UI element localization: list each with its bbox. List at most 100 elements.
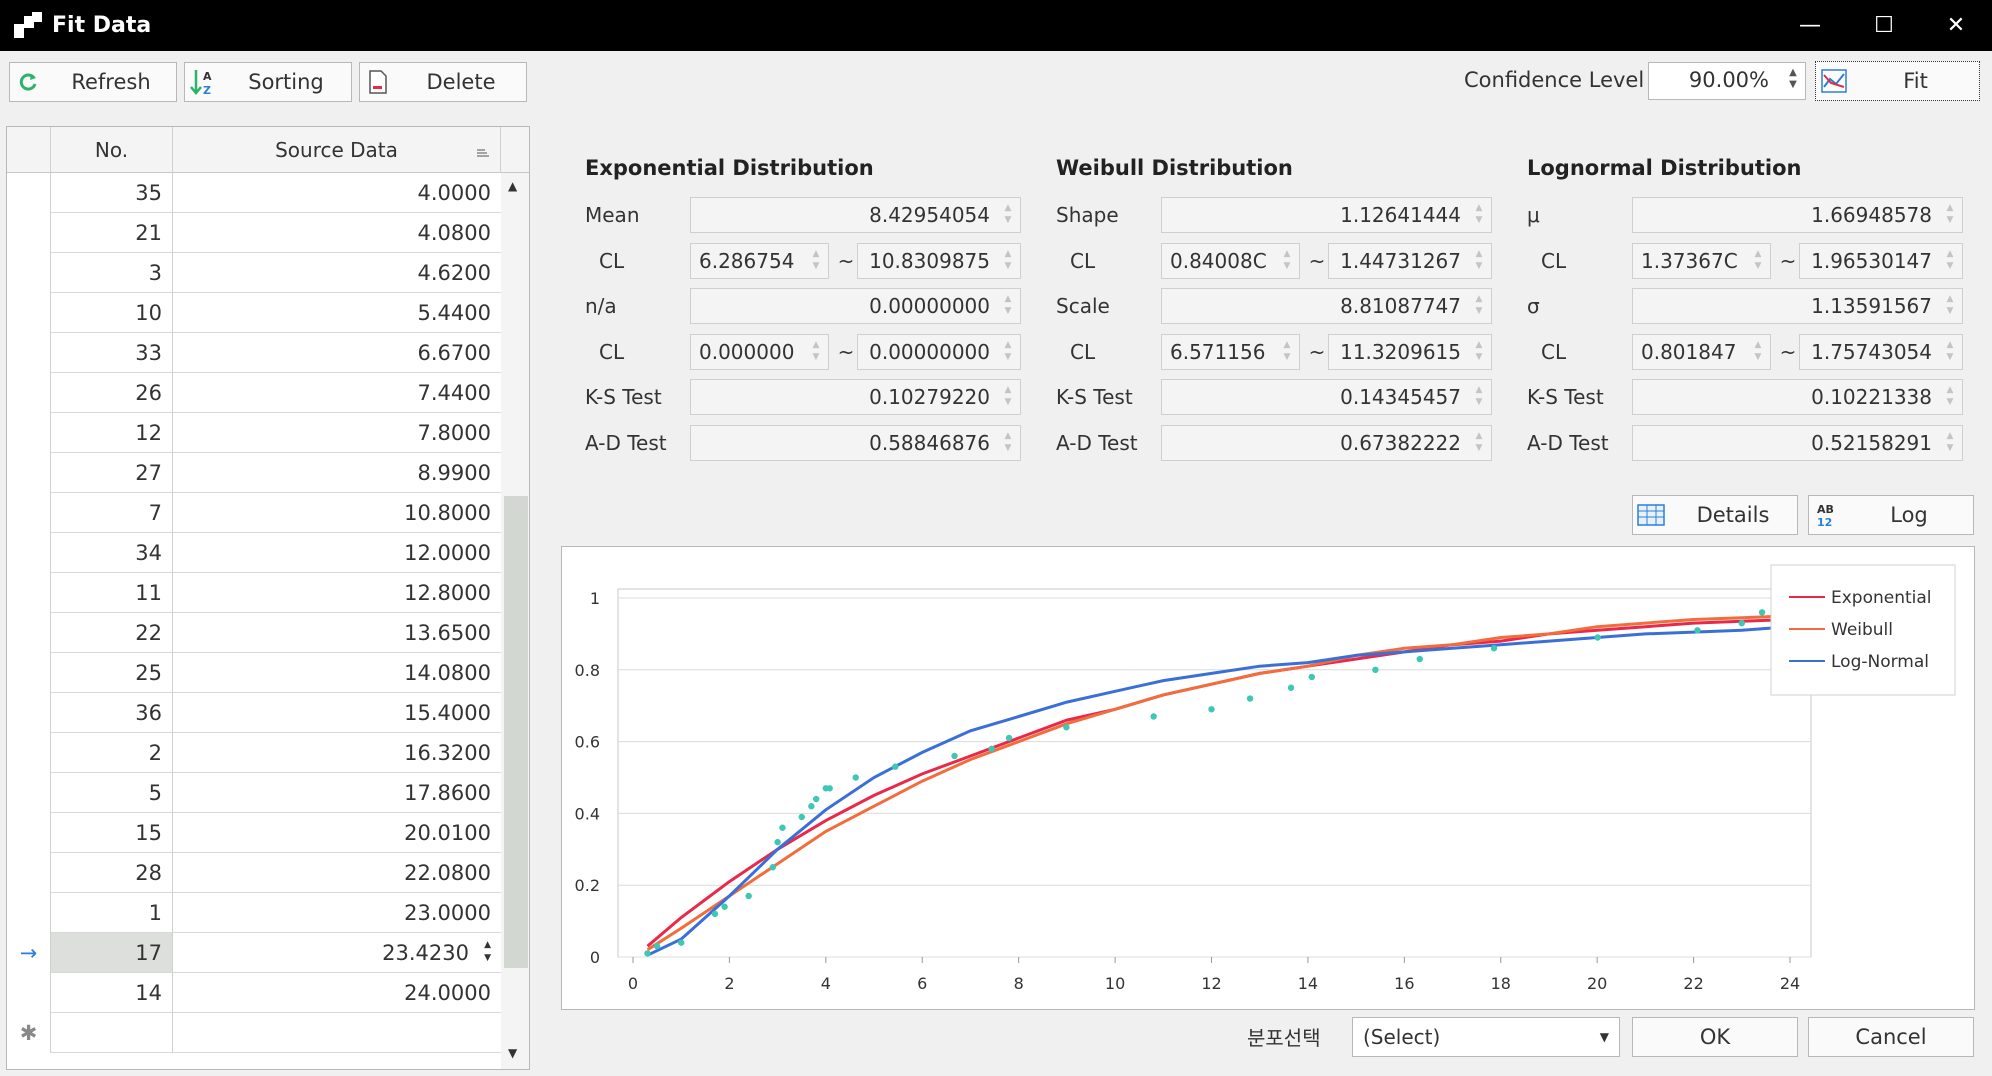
spinner-icon[interactable]: ▲ ▼ xyxy=(1002,430,1014,456)
spinner-icon[interactable]: ▲ ▼ xyxy=(1473,384,1485,410)
cl-low-field[interactable]: 6.571156 ▲ ▼ xyxy=(1161,334,1300,370)
cell-source-data[interactable]: 4.0800 xyxy=(173,213,501,253)
row-selector[interactable] xyxy=(7,653,51,693)
cell-source-data[interactable]: 22.0800 xyxy=(173,853,501,893)
column-header-no[interactable]: No. xyxy=(51,127,173,173)
cell-no[interactable]: 12 xyxy=(51,413,173,453)
cell-source-data[interactable]: 7.8000 xyxy=(173,413,501,453)
minimize-button[interactable]: — xyxy=(1774,0,1846,51)
cl-high-field[interactable]: 1.75743054 ▲ ▼ xyxy=(1799,334,1963,370)
cl-high-field[interactable]: 1.96530147 ▲ ▼ xyxy=(1799,243,1963,279)
row-selector[interactable] xyxy=(7,693,51,733)
row-selector[interactable] xyxy=(7,373,51,413)
cell-source-data[interactable]: 4.6200 xyxy=(173,253,501,293)
cell-source-data[interactable]: 12.0000 xyxy=(173,533,501,573)
distribution-select[interactable]: (Select) ▼ xyxy=(1352,1017,1620,1057)
spinner-icon[interactable]: ▲ ▼ xyxy=(1944,384,1956,410)
scrollbar-thumb[interactable] xyxy=(504,496,528,968)
param-value-field[interactable]: 8.81087747 ▲ ▼ xyxy=(1161,288,1492,324)
cell-no[interactable]: 33 xyxy=(51,333,173,373)
table-row[interactable]: → 17 23.4230 ▲ ▼ xyxy=(7,933,501,973)
cell-no[interactable]: 36 xyxy=(51,693,173,733)
cl-high-field[interactable]: 11.3209615 ▲ ▼ xyxy=(1328,334,1492,370)
cl-high-field[interactable]: 10.8309875 ▲ ▼ xyxy=(857,243,1021,279)
cell-no[interactable]: 35 xyxy=(51,173,173,213)
cell-source-data[interactable] xyxy=(173,1013,501,1053)
table-row[interactable]: 22 13.6500 xyxy=(7,613,501,653)
cell-no[interactable]: 27 xyxy=(51,453,173,493)
spinner-icon[interactable]: ▲ ▼ xyxy=(1752,339,1764,365)
param-value-field[interactable]: 0.14345457 ▲ ▼ xyxy=(1161,379,1492,415)
row-selector[interactable] xyxy=(7,413,51,453)
row-selector[interactable] xyxy=(7,493,51,533)
cell-no[interactable]: 34 xyxy=(51,533,173,573)
row-selector[interactable] xyxy=(7,973,51,1013)
cell-source-data[interactable]: 20.0100 xyxy=(173,813,501,853)
cell-source-data[interactable]: 12.8000 xyxy=(173,573,501,613)
spinner-icon[interactable]: ▲ ▼ xyxy=(1281,339,1293,365)
param-value-field[interactable]: 0.00000000 ▲ ▼ xyxy=(690,288,1021,324)
row-selector[interactable] xyxy=(7,813,51,853)
table-row[interactable]: 5 17.8600 xyxy=(7,773,501,813)
param-value-field[interactable]: 0.10221338 ▲ ▼ xyxy=(1632,379,1963,415)
table-row[interactable]: 25 14.0800 xyxy=(7,653,501,693)
table-row[interactable]: 11 12.8000 xyxy=(7,573,501,613)
cell-source-data[interactable]: 4.0000 xyxy=(173,173,501,213)
column-filter-icon[interactable] xyxy=(476,141,490,165)
param-value-field[interactable]: 0.10279220 ▲ ▼ xyxy=(690,379,1021,415)
maximize-button[interactable]: ☐ xyxy=(1848,0,1920,51)
log-button[interactable]: AB 12 Log xyxy=(1808,495,1974,535)
cell-no[interactable]: 22 xyxy=(51,613,173,653)
spinner-icon[interactable]: ▲ ▼ xyxy=(1473,293,1485,319)
source-data-grid[interactable]: No. Source Data 35 4.0000 21 4.0800 3 4.6200 1… xyxy=(6,126,530,1070)
table-row[interactable]: 14 24.0000 xyxy=(7,973,501,1013)
row-selector[interactable] xyxy=(7,893,51,933)
row-selector[interactable] xyxy=(7,773,51,813)
spinner-icon[interactable]: ▲ ▼ xyxy=(1473,248,1485,274)
spinner-icon[interactable]: ▲ ▼ xyxy=(1281,248,1293,274)
table-row[interactable]: 35 4.0000 xyxy=(7,173,501,213)
table-row[interactable]: 33 6.6700 xyxy=(7,333,501,373)
spinner-icon[interactable]: ▲ ▼ xyxy=(1944,430,1956,456)
cell-no[interactable]: 1 xyxy=(51,893,173,933)
spinner-icon[interactable]: ▲ ▼ xyxy=(1944,339,1956,365)
row-selector[interactable] xyxy=(7,573,51,613)
cell-source-data[interactable]: 8.9900 xyxy=(173,453,501,493)
spinner-icon[interactable]: ▲ ▼ xyxy=(1002,384,1014,410)
cell-source-data[interactable]: 5.4400 xyxy=(173,293,501,333)
cell-source-data[interactable]: 23.4230 xyxy=(173,933,501,973)
table-row[interactable]: 34 12.0000 xyxy=(7,533,501,573)
table-row[interactable]: 15 20.0100 xyxy=(7,813,501,853)
row-selector[interactable] xyxy=(7,533,51,573)
param-value-field[interactable]: 0.67382222 ▲ ▼ xyxy=(1161,425,1492,461)
spinner-icon[interactable]: ▲ ▼ xyxy=(1944,293,1956,319)
spinner-icon[interactable]: ▲ ▼ xyxy=(1002,202,1014,228)
row-selector[interactable] xyxy=(7,733,51,773)
refresh-button[interactable]: Refresh xyxy=(9,62,177,102)
spinner-icon[interactable]: ▲ ▼ xyxy=(1002,293,1014,319)
cell-no[interactable]: 5 xyxy=(51,773,173,813)
ok-button[interactable]: OK xyxy=(1632,1017,1798,1057)
cell-no[interactable]: 14 xyxy=(51,973,173,1013)
cl-low-field[interactable]: 0.84008C ▲ ▼ xyxy=(1161,243,1300,279)
cell-no[interactable]: 25 xyxy=(51,653,173,693)
row-selector[interactable] xyxy=(7,333,51,373)
cell-source-data[interactable]: 6.6700 xyxy=(173,333,501,373)
cell-no[interactable]: 28 xyxy=(51,853,173,893)
table-row[interactable]: 26 7.4400 xyxy=(7,373,501,413)
param-value-field[interactable]: 1.66948578 ▲ ▼ xyxy=(1632,197,1963,233)
spinner-icon[interactable]: ▲ ▼ xyxy=(1473,430,1485,456)
cl-low-field[interactable]: 1.37367C ▲ ▼ xyxy=(1632,243,1771,279)
row-selector[interactable] xyxy=(7,613,51,653)
sorting-button[interactable]: AZ Sorting xyxy=(184,62,352,102)
scroll-up-icon[interactable]: ▲ xyxy=(508,179,517,193)
table-row[interactable]: 36 15.4000 xyxy=(7,693,501,733)
cell-no[interactable]: 21 xyxy=(51,213,173,253)
cell-no[interactable] xyxy=(51,1013,173,1053)
fit-button[interactable]: Fit xyxy=(1815,61,1980,101)
cell-no[interactable]: 3 xyxy=(51,253,173,293)
table-row[interactable]: 3 4.6200 xyxy=(7,253,501,293)
cell-no[interactable]: 2 xyxy=(51,733,173,773)
cell-source-data[interactable]: 15.4000 xyxy=(173,693,501,733)
cell-source-data[interactable]: 7.4400 xyxy=(173,373,501,413)
